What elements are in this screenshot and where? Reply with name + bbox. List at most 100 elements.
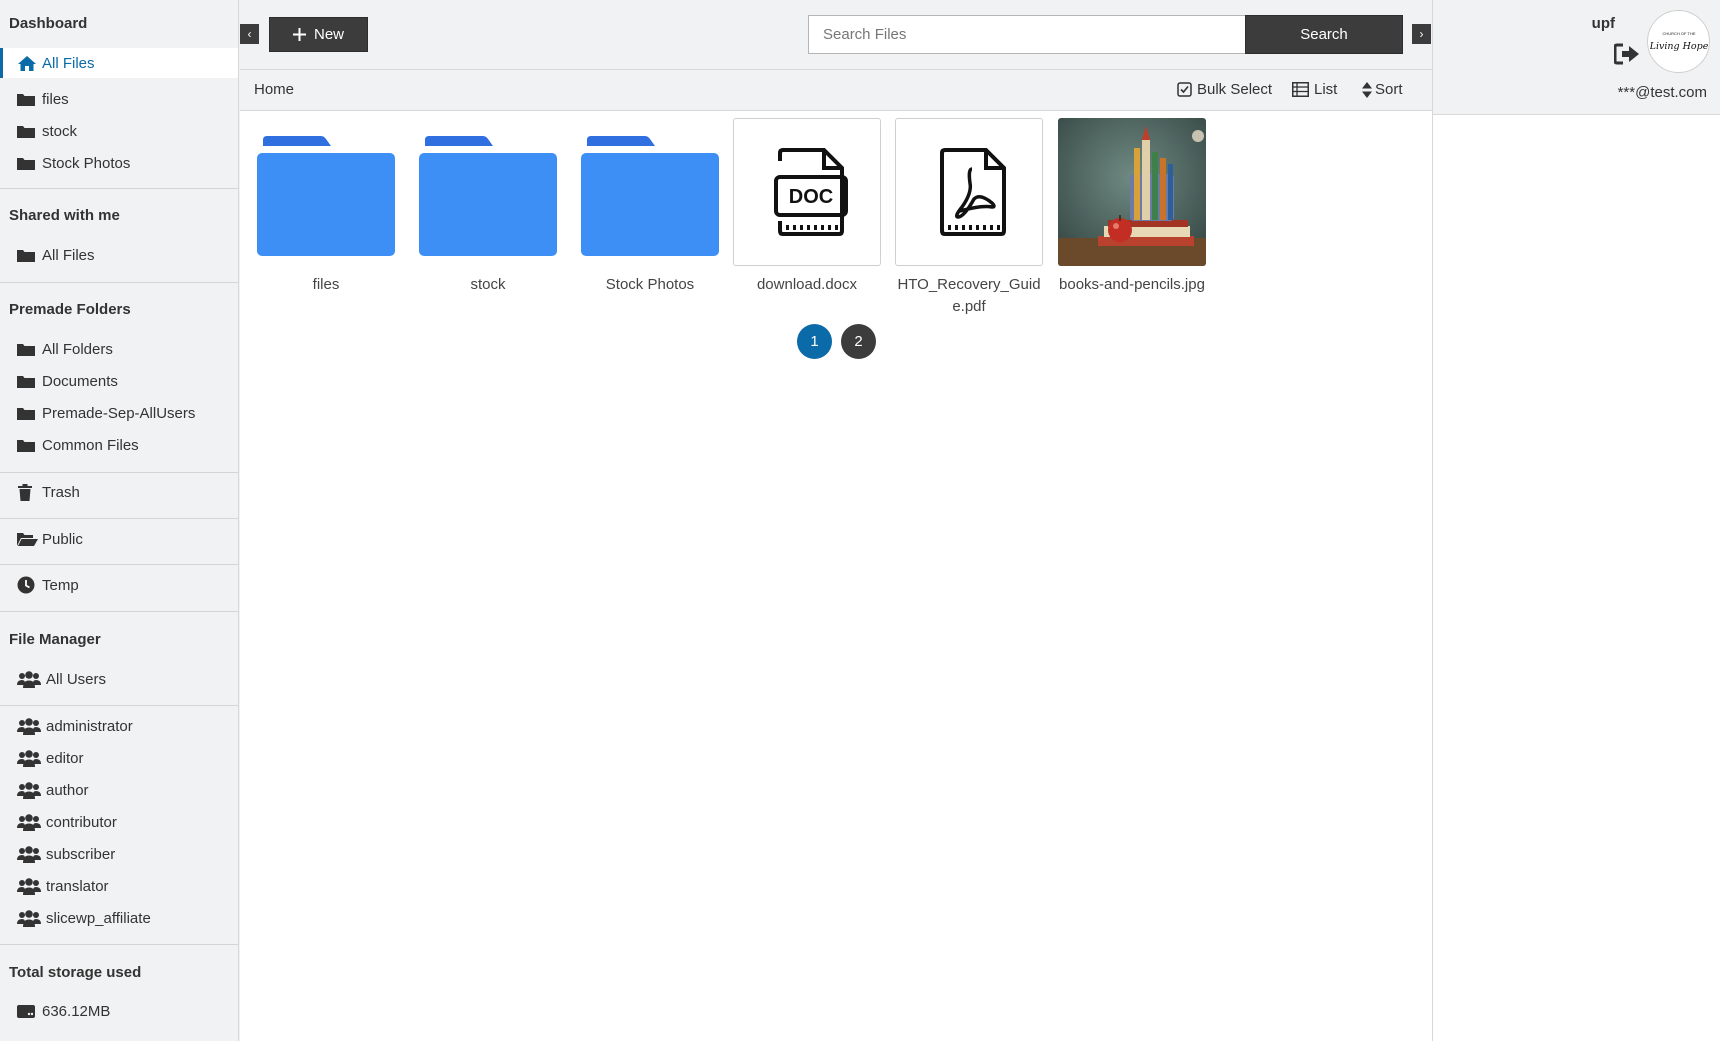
breadcrumb-home[interactable]: Home: [254, 81, 294, 98]
list-icon: [1292, 82, 1309, 97]
sidebar-item-role[interactable]: editor: [0, 743, 238, 773]
folder-icon: [17, 404, 38, 422]
users-icon: [17, 781, 42, 799]
file-name: files: [312, 276, 340, 293]
users-icon: [17, 813, 42, 831]
divider: [0, 518, 238, 519]
sidebar-item-label: subscriber: [46, 845, 116, 863]
collapse-right-button[interactable]: ›: [1412, 24, 1431, 44]
file-name: download.docx: [756, 276, 858, 293]
folder-icon: [581, 136, 719, 256]
sidebar-item-label: Common Files: [42, 436, 139, 454]
sidebar-item-files[interactable]: files: [0, 84, 238, 114]
trash-icon: [17, 483, 38, 501]
sidebar-item-label: translator: [46, 877, 109, 895]
page-number: 2: [854, 333, 863, 350]
folder-thumbnail: [414, 118, 562, 266]
logout-button[interactable]: [1613, 43, 1640, 70]
pdf-file-icon: [940, 148, 1006, 236]
divider: [0, 188, 238, 189]
new-button[interactable]: New: [269, 17, 368, 52]
user-panel: upf ***@test.com: [1432, 0, 1720, 1041]
file-name: books-and-pencils.jpg: [1059, 276, 1205, 293]
list-view-button[interactable]: List: [1292, 81, 1337, 98]
sidebar-item-label: Public: [42, 530, 83, 548]
collapse-left-button[interactable]: ‹: [240, 24, 259, 44]
sidebar-item-role[interactable]: subscriber: [0, 839, 238, 869]
checkbox-icon: [1177, 82, 1192, 97]
file-tile-folder[interactable]: Stock Photos: [576, 118, 724, 296]
hdd-icon: [17, 1002, 38, 1020]
sidebar: Dashboard All Files files stock Stock Ph…: [0, 0, 239, 1041]
file-tile-folder[interactable]: files: [252, 118, 400, 296]
file-tile-pdf[interactable]: HTO_Recovery_Guide.pdf: [895, 118, 1043, 318]
file-name: stock: [470, 276, 506, 293]
image-thumbnail: [1058, 118, 1206, 266]
books-and-pencils-image: [1058, 118, 1206, 266]
users-icon: [17, 670, 42, 688]
plus-icon: [292, 28, 306, 41]
sidebar-item-label: files: [42, 90, 69, 108]
divider: [0, 611, 238, 612]
breadcrumb-bar: Home Bulk Select List Sort: [240, 70, 1432, 111]
sidebar-item-stock-photos[interactable]: Stock Photos: [0, 148, 238, 178]
sidebar-item-shared-all-files[interactable]: All Files: [0, 240, 238, 270]
sidebar-item-common-files[interactable]: Common Files: [0, 430, 238, 460]
sidebar-item-label: Trash: [42, 483, 80, 501]
users-icon: [17, 845, 42, 863]
section-title-shared: Shared with me: [9, 207, 120, 224]
folder-icon: [17, 122, 38, 140]
folder-icon: [17, 246, 38, 264]
sidebar-item-label: All Users: [46, 670, 107, 688]
sidebar-item-label: author: [46, 781, 89, 799]
folder-thumbnail: [576, 118, 724, 266]
sidebar-item-all-files[interactable]: All Files: [0, 48, 238, 78]
file-name: Stock Photos: [605, 276, 695, 293]
chevron-left-icon: ‹: [247, 27, 252, 41]
sort-label: Sort: [1375, 81, 1403, 98]
sidebar-item-label: Temp: [42, 576, 79, 594]
file-tile-doc[interactable]: DOC download.docx: [733, 118, 881, 296]
section-title-dashboard: Dashboard: [9, 15, 88, 32]
sidebar-item-label: administrator: [46, 717, 133, 735]
search-button[interactable]: Search: [1245, 15, 1403, 54]
sidebar-item-all-folders[interactable]: All Folders: [0, 334, 238, 364]
sort-button[interactable]: Sort: [1362, 81, 1403, 98]
sidebar-item-role[interactable]: contributor: [0, 807, 238, 837]
svg-text:Living Hope: Living Hope: [1650, 41, 1708, 52]
sidebar-item-documents[interactable]: Documents: [0, 366, 238, 396]
divider: [0, 564, 238, 565]
sidebar-item-all-users[interactable]: All Users: [0, 664, 238, 694]
users-icon: [17, 749, 42, 767]
sidebar-item-role[interactable]: author: [0, 775, 238, 805]
svg-text:CHURCH OF THE: CHURCH OF THE: [1662, 31, 1695, 36]
sidebar-item-role[interactable]: slicewp_affiliate: [0, 903, 238, 933]
bulk-select-button[interactable]: Bulk Select: [1177, 81, 1272, 98]
file-tile-image[interactable]: books-and-pencils.jpg: [1058, 118, 1206, 296]
file-tile-folder[interactable]: stock: [414, 118, 562, 296]
chevron-right-icon: ›: [1419, 27, 1424, 41]
sidebar-item-label: All Files: [42, 246, 95, 264]
folder-open-icon: [17, 530, 38, 548]
top-toolbar: ‹ New Search ›: [240, 0, 1432, 70]
sidebar-item-premade-sep-allusers[interactable]: Premade-Sep-AllUsers: [0, 398, 238, 428]
sidebar-item-role[interactable]: administrator: [0, 711, 238, 741]
page-button-1[interactable]: 1: [797, 324, 832, 359]
sidebar-item-temp[interactable]: Temp: [0, 570, 238, 600]
folder-icon: [419, 136, 557, 256]
sidebar-item-trash[interactable]: Trash: [0, 477, 238, 507]
sidebar-item-label: stock: [42, 122, 78, 140]
search-input[interactable]: [808, 15, 1246, 54]
sort-icon: [1362, 81, 1372, 98]
sidebar-item-stock[interactable]: stock: [0, 116, 238, 146]
folder-icon: [17, 372, 38, 390]
page-button-2[interactable]: 2: [841, 324, 876, 359]
sidebar-item-role[interactable]: translator: [0, 871, 238, 901]
sidebar-item-label: contributor: [46, 813, 117, 831]
bulk-select-label: Bulk Select: [1197, 81, 1273, 98]
sidebar-item-label: Premade-Sep-AllUsers: [42, 404, 196, 422]
sidebar-item-label: editor: [46, 749, 84, 767]
sidebar-item-public[interactable]: Public: [0, 524, 238, 554]
username: upf: [1591, 15, 1615, 32]
user-email: ***@test.com: [1617, 84, 1707, 101]
